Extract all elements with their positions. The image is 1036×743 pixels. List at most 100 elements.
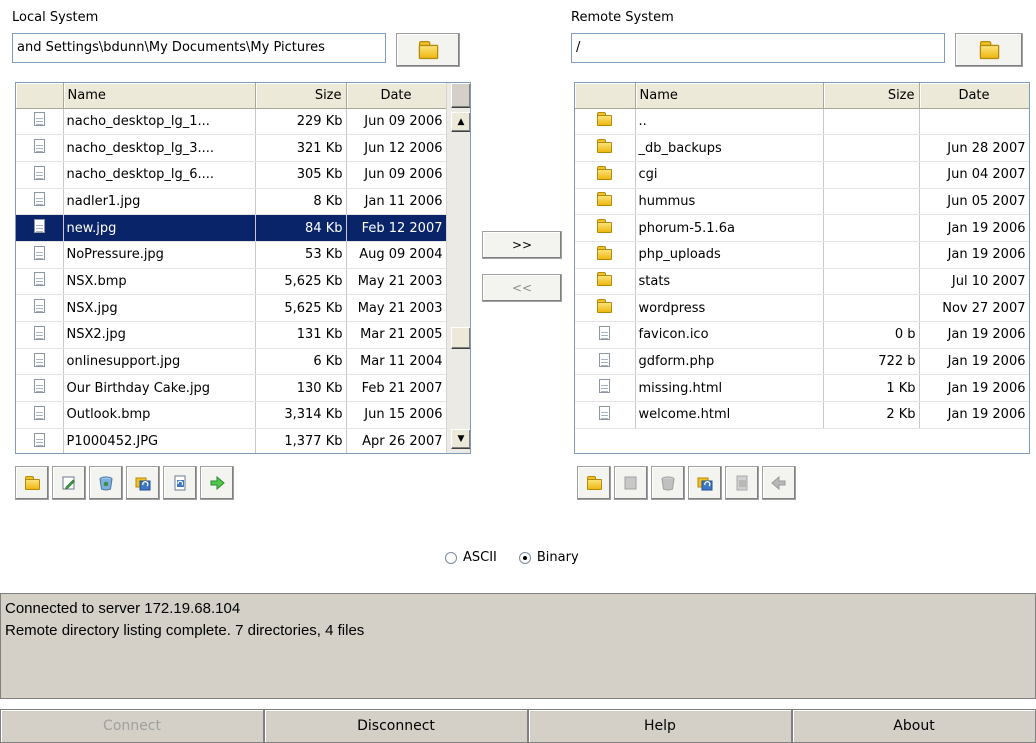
file-row[interactable]: nadler1.jpg 8 Kb Jan 11 2006 bbox=[16, 188, 447, 216]
column-header-date[interactable]: Date bbox=[919, 83, 1029, 109]
upload-arrow-button[interactable] bbox=[200, 466, 234, 500]
file-date: Jan 19 2006 bbox=[919, 214, 1029, 242]
file-size bbox=[823, 268, 920, 296]
file-row[interactable]: P1000452.JPG 1,377 Kb Apr 26 2007 bbox=[16, 428, 447, 453]
disconnect-button[interactable]: Disconnect bbox=[264, 709, 528, 743]
about-button[interactable]: About bbox=[792, 709, 1036, 743]
file-row[interactable]: onlinesupport.jpg 6 Kb Mar 11 2004 bbox=[16, 348, 447, 376]
remote-refresh-button[interactable] bbox=[688, 466, 722, 500]
file-icon bbox=[599, 325, 611, 340]
file-row[interactable]: wordpress Nov 27 2007 bbox=[575, 294, 1029, 322]
file-size: 5,625 Kb bbox=[255, 268, 347, 296]
view-icon bbox=[174, 475, 186, 491]
file-row[interactable]: NoPressure.jpg 53 Kb Aug 09 2004 bbox=[16, 241, 447, 269]
file-name: nacho_desktop_lg_3.... bbox=[63, 134, 256, 162]
folder-icon bbox=[979, 40, 999, 60]
upload-button[interactable]: >> bbox=[482, 231, 562, 259]
file-name: favicon.ico bbox=[635, 321, 824, 349]
help-button[interactable]: Help bbox=[528, 709, 792, 743]
file-name: gdform.php bbox=[635, 348, 824, 376]
file-icon bbox=[33, 352, 45, 367]
file-date: Jun 04 2007 bbox=[919, 161, 1029, 189]
file-size: 5,625 Kb bbox=[255, 294, 347, 322]
ascii-radio[interactable] bbox=[445, 551, 457, 564]
scroll-up-button[interactable]: ▲ bbox=[451, 112, 470, 132]
remote-rename-button[interactable] bbox=[614, 466, 648, 500]
remote-toolbar bbox=[577, 466, 796, 500]
file-icon bbox=[33, 432, 45, 447]
file-size: 722 b bbox=[823, 348, 920, 376]
file-icon bbox=[33, 219, 45, 234]
folder-icon bbox=[597, 112, 613, 127]
file-size: 131 Kb bbox=[255, 321, 347, 349]
remote-file-list[interactable]: Name Size Date .. _db_backups Jun 28 2007 c… bbox=[574, 82, 1030, 454]
file-row[interactable]: _db_backups Jun 28 2007 bbox=[575, 134, 1029, 162]
file-row[interactable]: phorum-5.1.6a Jan 19 2006 bbox=[575, 214, 1029, 242]
file-row[interactable]: nacho_desktop_lg_6.... 305 Kb Jun 09 2006 bbox=[16, 161, 447, 189]
file-name: nacho_desktop_lg_1... bbox=[63, 108, 256, 136]
file-row[interactable]: Our Birthday Cake.jpg 130 Kb Feb 21 2007 bbox=[16, 374, 447, 403]
file-row[interactable]: gdform.php 722 b Jan 19 2006 bbox=[575, 348, 1029, 376]
delete-button[interactable] bbox=[89, 466, 123, 500]
refresh-button[interactable] bbox=[126, 466, 160, 500]
file-row[interactable]: NSX.bmp 5,625 Kb May 21 2003 bbox=[16, 268, 447, 296]
column-header-name[interactable]: Name bbox=[63, 83, 256, 109]
connect-button[interactable]: Connect bbox=[0, 709, 264, 743]
file-row[interactable]: NSX.jpg 5,625 Kb May 21 2003 bbox=[16, 294, 447, 322]
new-folder-button[interactable] bbox=[15, 466, 49, 500]
file-row[interactable]: NSX2.jpg 131 Kb Mar 21 2005 bbox=[16, 321, 447, 349]
remote-path-field[interactable]: / bbox=[571, 33, 945, 63]
remote-delete-button[interactable] bbox=[651, 466, 685, 500]
download-button[interactable]: << bbox=[482, 274, 562, 302]
file-row[interactable]: .. bbox=[575, 108, 1029, 136]
scroll-header-block bbox=[451, 83, 470, 108]
binary-radio[interactable] bbox=[518, 551, 531, 564]
remote-view-button[interactable] bbox=[725, 466, 759, 500]
file-size bbox=[823, 241, 920, 269]
file-icon bbox=[33, 165, 45, 180]
file-date: Apr 26 2007 bbox=[346, 428, 447, 453]
scroll-thumb[interactable] bbox=[451, 327, 470, 349]
file-icon bbox=[33, 299, 45, 314]
file-date: Feb 12 2007 bbox=[346, 214, 447, 242]
view-button[interactable] bbox=[163, 466, 197, 500]
remote-new-folder-button[interactable] bbox=[577, 466, 611, 500]
file-size: 321 Kb bbox=[255, 134, 347, 162]
local-file-list[interactable]: Name Size Date nacho_desktop_lg_1... 229 … bbox=[15, 82, 471, 454]
column-header-name[interactable]: Name bbox=[635, 83, 824, 109]
column-header-size[interactable]: Size bbox=[823, 83, 920, 109]
file-name: NSX.jpg bbox=[63, 294, 256, 322]
file-row[interactable]: Outlook.bmp 3,314 Kb Jun 15 2006 bbox=[16, 401, 447, 429]
file-row[interactable]: php_uploads Jan 19 2006 bbox=[575, 241, 1029, 269]
file-name: stats bbox=[635, 268, 824, 296]
file-row[interactable]: nacho_desktop_lg_3.... 321 Kb Jun 12 2006 bbox=[16, 134, 447, 162]
column-header-icon[interactable] bbox=[16, 83, 64, 109]
file-size: 3,314 Kb bbox=[255, 401, 347, 429]
file-row[interactable]: welcome.html 2 Kb Jan 19 2006 bbox=[575, 401, 1029, 429]
folder-icon bbox=[418, 40, 438, 60]
file-name: P1000452.JPG bbox=[63, 428, 256, 453]
scroll-down-button[interactable]: ▼ bbox=[451, 429, 470, 449]
file-row[interactable]: hummus Jun 05 2007 bbox=[575, 188, 1029, 216]
file-size bbox=[823, 108, 920, 136]
file-row[interactable]: missing.html 1 Kb Jan 19 2006 bbox=[575, 374, 1029, 403]
local-path-field[interactable]: and Settings\bdunn\My Documents\My Pictu… bbox=[12, 33, 386, 63]
file-row[interactable]: stats Jul 10 2007 bbox=[575, 268, 1029, 296]
file-row[interactable]: favicon.ico 0 b Jan 19 2006 bbox=[575, 321, 1029, 349]
column-header-icon[interactable] bbox=[575, 83, 636, 109]
download-arrow-button[interactable] bbox=[762, 466, 796, 500]
local-scrollbar[interactable]: ▲ ▼ bbox=[446, 83, 470, 453]
remote-browse-button[interactable] bbox=[955, 33, 1023, 67]
file-name: _db_backups bbox=[635, 134, 824, 162]
file-size: 8 Kb bbox=[255, 188, 347, 216]
up-arrow-icon: ▲ bbox=[457, 117, 465, 127]
local-browse-button[interactable] bbox=[396, 33, 460, 67]
rename-button[interactable] bbox=[52, 466, 86, 500]
new-folder-icon bbox=[24, 476, 40, 490]
file-row[interactable]: cgi Jun 04 2007 bbox=[575, 161, 1029, 189]
file-row[interactable]: nacho_desktop_lg_1... 229 Kb Jun 09 2006 bbox=[16, 108, 447, 136]
file-row[interactable]: new.jpg 84 Kb Feb 12 2007 bbox=[16, 214, 447, 242]
file-size: 6 Kb bbox=[255, 348, 347, 376]
column-header-date[interactable]: Date bbox=[346, 83, 447, 109]
column-header-size[interactable]: Size bbox=[255, 83, 347, 109]
